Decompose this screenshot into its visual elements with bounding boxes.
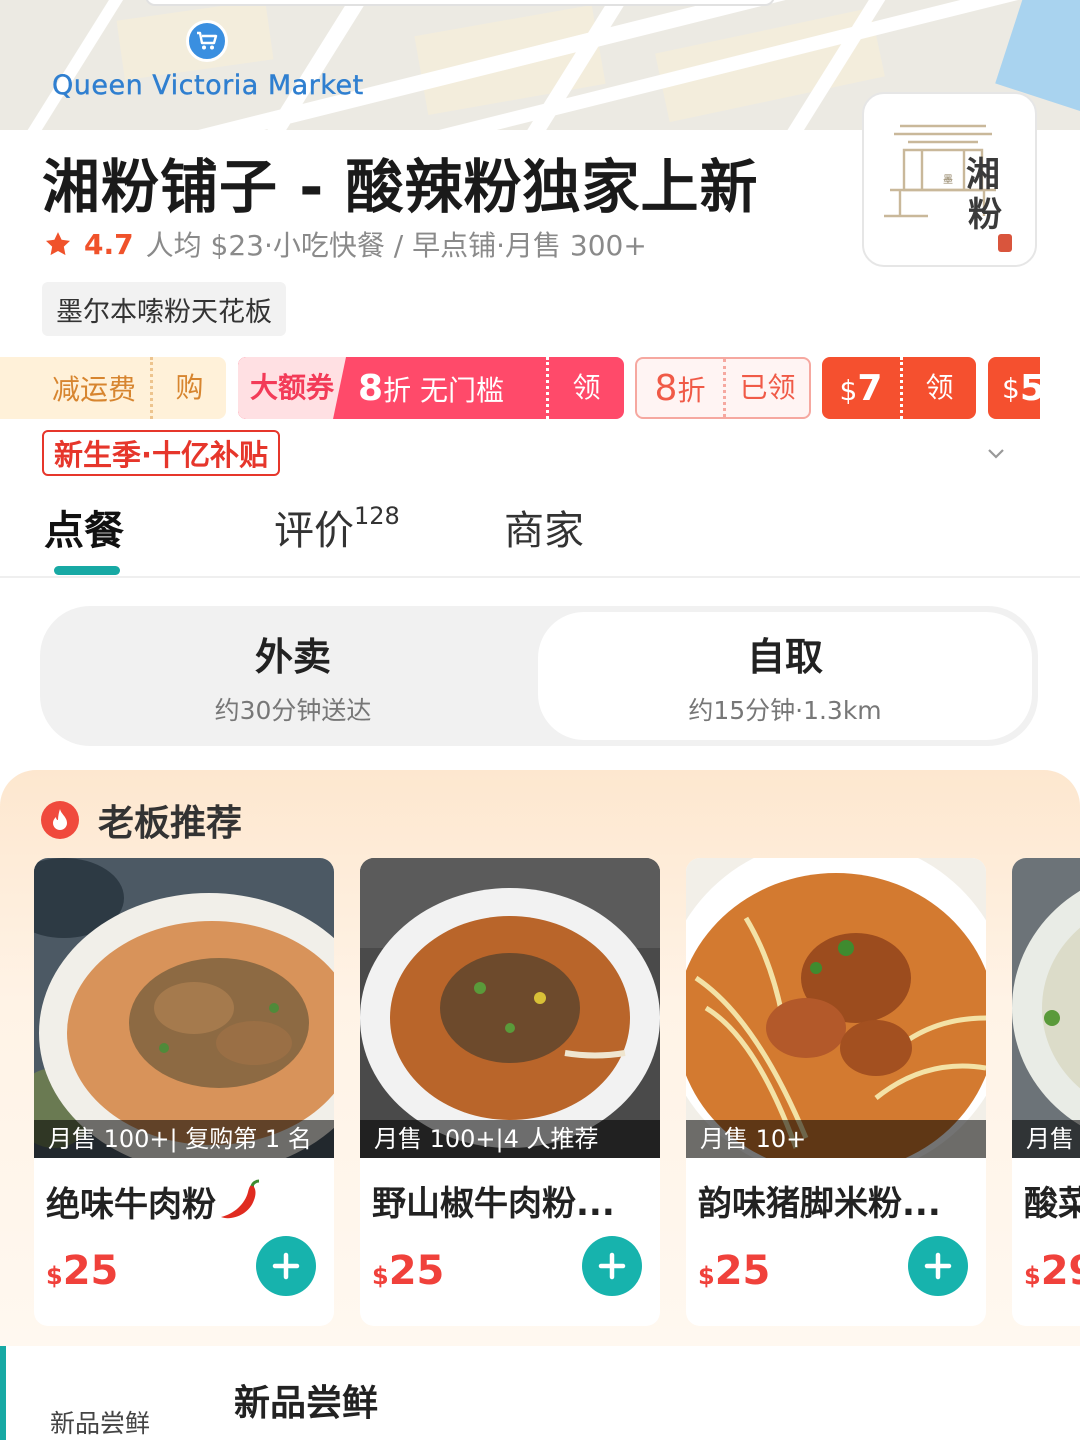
- dish-price: $29: [1024, 1248, 1080, 1294]
- pickup-option[interactable]: 自取 约15分钟·1.3km: [538, 612, 1032, 740]
- pickup-title: 自取: [746, 634, 823, 679]
- svg-text:湘: 湘: [966, 155, 1000, 195]
- coupon-7-value: $7: [839, 367, 883, 409]
- dish-badge: 月售 10+: [686, 1120, 986, 1158]
- sidebar-item-new[interactable]: 新品尝鲜: [50, 1404, 150, 1440]
- recommend-header: 老板推荐: [40, 794, 242, 846]
- dish-card[interactable]: 月售 100+| 复购第 1 名 绝味牛肉粉 $25: [34, 858, 334, 1326]
- store-rating-row: 4.7 人均 $23·小吃快餐 / 早点铺·月售 300+: [44, 224, 647, 264]
- tab-reviews-label: 评价: [274, 508, 354, 554]
- coupon-shipping-label: 减运费: [51, 373, 136, 406]
- coupon-shipping[interactable]: 减运费 购: [0, 357, 226, 419]
- add-to-cart-button[interactable]: [908, 1236, 968, 1296]
- plus-icon: [272, 1252, 300, 1280]
- dish-badge: 月售 100+|4 人推荐: [360, 1120, 660, 1158]
- store-title: 湘粉铺子 - 酸辣粉独家上新: [42, 153, 759, 221]
- dish-badge: 月售 100+| 复购第 1 名: [34, 1120, 334, 1158]
- delivery-option[interactable]: 外卖 约30分钟送达: [46, 612, 540, 740]
- tab-order[interactable]: 点餐: [44, 498, 124, 556]
- menu-list-area: [0, 1346, 1080, 1440]
- dish-price: $25: [46, 1248, 119, 1294]
- map-place-label: Queen Victoria Market: [52, 70, 364, 101]
- dish-price: $25: [372, 1248, 445, 1294]
- plus-icon: [598, 1252, 626, 1280]
- dish-photo: [360, 858, 660, 1158]
- coupon-shipping-action[interactable]: 购: [150, 357, 226, 419]
- coupon-7[interactable]: $7 领: [822, 357, 976, 419]
- dish-badge: 月售: [1012, 1120, 1080, 1158]
- coupon-big-claim[interactable]: 领: [546, 357, 624, 419]
- coupon-discount-claimed[interactable]: 8折 已领: [635, 357, 811, 419]
- pickup-eta: 约15分钟·1.3km: [688, 695, 882, 725]
- dish-name: 酸菜: [1024, 1184, 1080, 1224]
- recommend-title: 老板推荐: [98, 803, 243, 844]
- dish-card[interactable]: 月售 10+ 韵味猪脚米粉... $25: [686, 858, 986, 1326]
- chevron-down-icon[interactable]: [986, 444, 1006, 464]
- coupon-5[interactable]: $5: [988, 357, 1040, 419]
- plus-icon: [924, 1252, 952, 1280]
- add-to-cart-button[interactable]: [256, 1236, 316, 1296]
- rating-score: 4.7: [84, 227, 134, 261]
- dish-name: 野山椒牛肉粉...: [372, 1184, 615, 1224]
- store-logo: 湘 粉 墨: [862, 92, 1037, 267]
- sheet-drag-handle[interactable]: [145, 0, 775, 6]
- sidebar-active-indicator: [0, 1346, 6, 1440]
- tab-divider: [0, 576, 1080, 578]
- chili-pepper-icon: [221, 1179, 260, 1219]
- tab-active-indicator: [54, 566, 120, 575]
- coupon-big-value: 8折 无门槛: [358, 367, 504, 409]
- subsidy-badge[interactable]: 新生季·十亿补贴: [42, 430, 281, 476]
- coupon-7-claim[interactable]: 领: [900, 357, 976, 419]
- tab-reviews[interactable]: 评价128: [274, 498, 400, 556]
- coupon-big[interactable]: 大额券 8折 无门槛 领: [238, 357, 624, 419]
- coupon-big-label: 大额券: [238, 357, 346, 419]
- dish-card[interactable]: 月售 100+|4 人推荐 野山椒牛肉粉... $25: [360, 858, 660, 1326]
- dish-photo: [686, 858, 986, 1158]
- dish-price: $25: [698, 1248, 771, 1294]
- delivery-eta: 约30分钟送达: [214, 695, 372, 725]
- review-count: 128: [354, 502, 400, 530]
- store-meta: 人均 $23·小吃快餐 / 早点铺·月售 300+: [145, 229, 647, 262]
- star-icon: [45, 232, 71, 256]
- coupon-row: 减运费 购 大额券 8折 无门槛 领 8折 已领 $7 领 $5: [0, 357, 1040, 419]
- dish-name: 绝味牛肉粉: [46, 1176, 266, 1226]
- svg-text:粉: 粉: [968, 195, 1002, 235]
- coupon-discount-value: 8折: [654, 367, 706, 409]
- tab-merchant[interactable]: 商家: [504, 498, 584, 556]
- dish-photo: [34, 858, 334, 1158]
- dish-photo: [1012, 858, 1080, 1158]
- delivery-title: 外卖: [254, 634, 331, 679]
- fulfillment-switch: 外卖 约30分钟送达 自取 约15分钟·1.3km: [40, 606, 1038, 746]
- store-tag: 墨尔本嗦粉天花板: [42, 282, 286, 336]
- add-to-cart-button[interactable]: [582, 1236, 642, 1296]
- dish-card[interactable]: 月售 酸菜 $29: [1012, 858, 1080, 1326]
- dish-name: 韵味猪脚米粉...: [698, 1184, 941, 1224]
- menu-section-title: 新品尝鲜: [234, 1383, 379, 1424]
- svg-text:墨: 墨: [941, 174, 953, 184]
- market-pin-icon[interactable]: [186, 20, 228, 62]
- fire-icon: [41, 801, 79, 839]
- coupon-claimed-label: 已领: [723, 359, 809, 417]
